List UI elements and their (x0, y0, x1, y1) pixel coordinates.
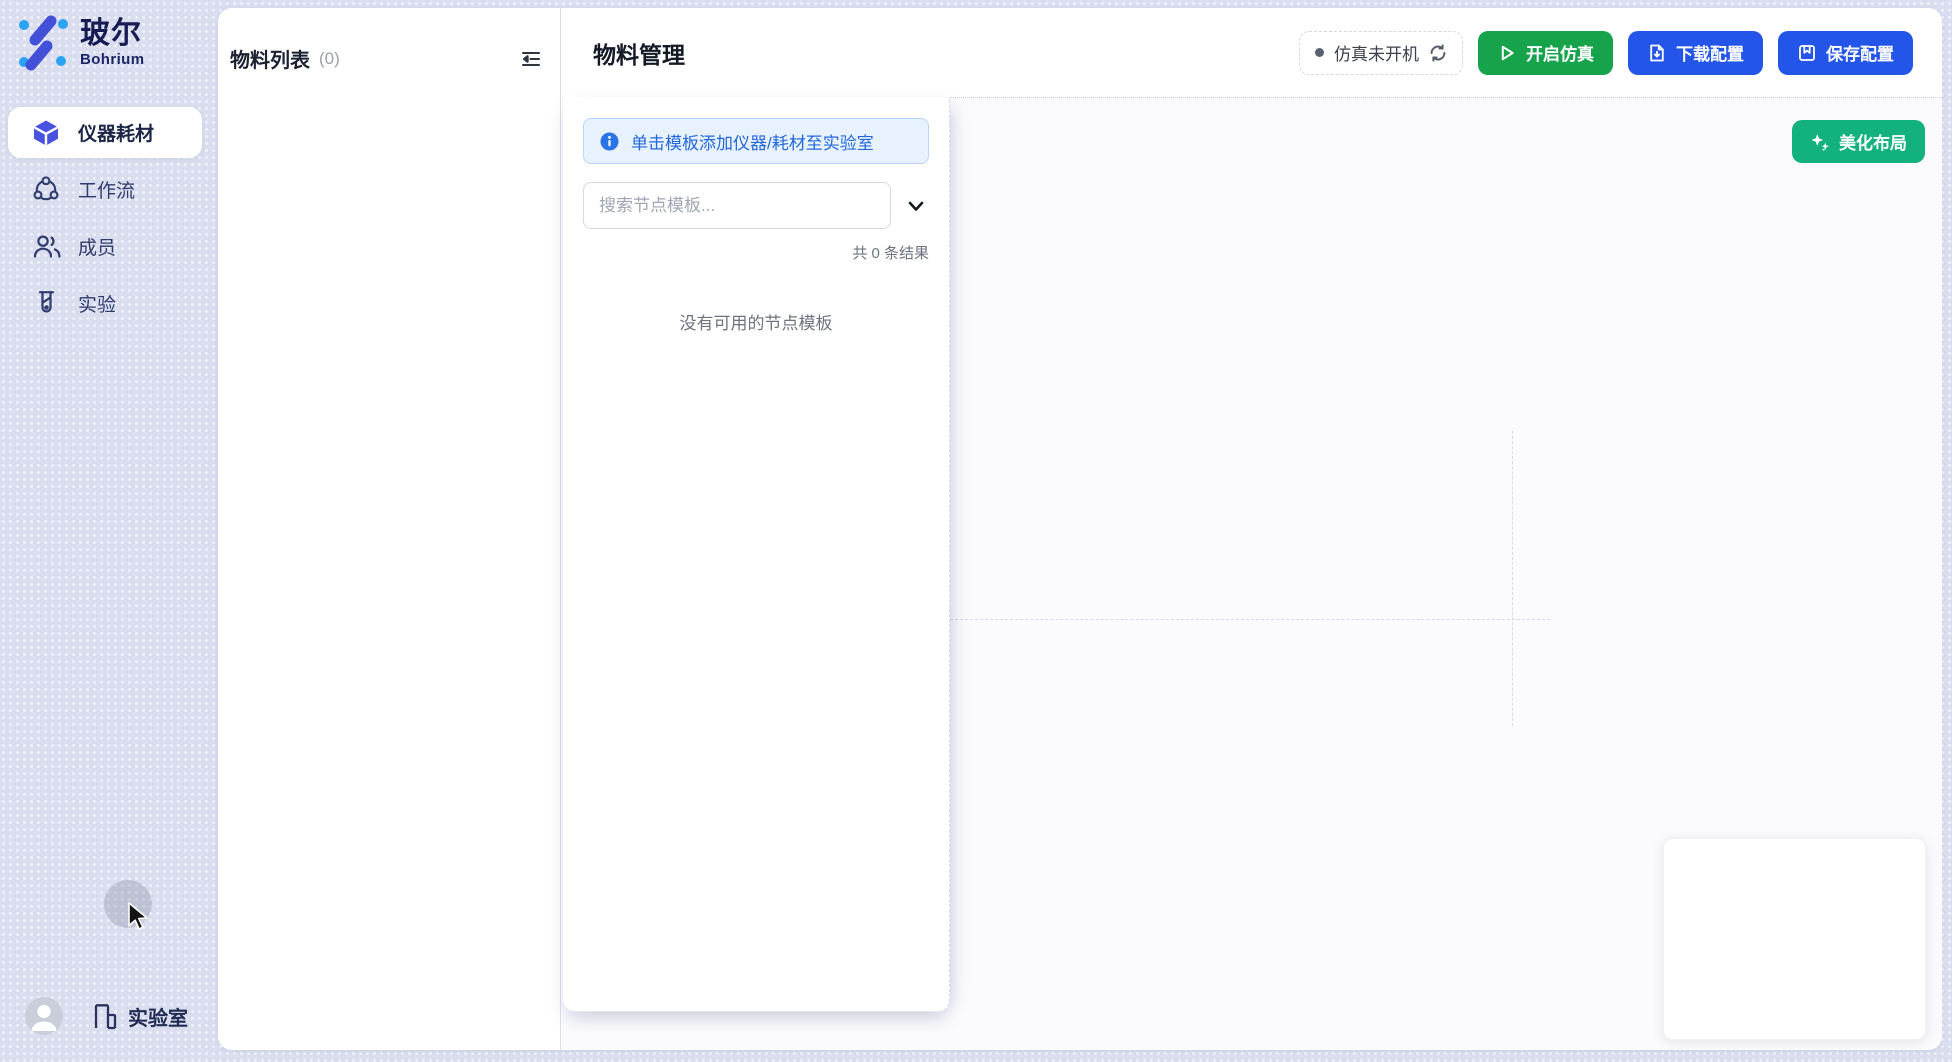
mouse-cursor-icon (127, 902, 151, 932)
play-icon (1497, 43, 1517, 63)
test-tube-icon (31, 289, 61, 318)
templates-info-banner: 单击模板添加仪器/耗材至实验室 (583, 118, 929, 164)
start-simulation-button[interactable]: 开启仿真 (1478, 31, 1613, 75)
sidebar-item-label: 成员 (78, 233, 116, 260)
refresh-icon[interactable] (1429, 44, 1447, 62)
templates-banner-text: 单击模板添加仪器/耗材至实验室 (631, 129, 874, 154)
beautify-layout-button[interactable]: 美化布局 (1792, 120, 1925, 163)
user-avatar[interactable] (25, 997, 63, 1035)
brand-name: 玻尔 (80, 17, 144, 51)
workflow-icon (31, 176, 61, 204)
lab-label: 实验室 (128, 1002, 188, 1031)
building-icon (89, 1001, 119, 1031)
save-config-label: 保存配置 (1826, 40, 1894, 65)
sidebar-item-instruments[interactable]: 仪器耗材 (8, 107, 202, 158)
main-content: 物料列表 (0) 物料管理 仿真未开机 (218, 8, 1942, 1050)
sidebar-nav: 仪器耗材 工作流 成员 (0, 107, 218, 335)
save-icon (1797, 43, 1817, 63)
collapse-panel-icon[interactable] (520, 48, 542, 70)
content-header: 物料管理 仿真未开机 开启仿真 (562, 8, 1942, 98)
brand-subtitle: Bohrium (80, 51, 144, 68)
sidebar-item-label: 实验 (78, 290, 116, 317)
sidebar-item-members[interactable]: 成员 (8, 221, 202, 272)
simulation-status-label: 仿真未开机 (1334, 40, 1419, 65)
templates-empty-message: 没有可用的节点模板 (563, 309, 949, 334)
save-config-button[interactable]: 保存配置 (1778, 31, 1913, 75)
members-icon (31, 233, 61, 260)
info-icon (600, 132, 619, 151)
page-title: 物料管理 (593, 36, 685, 70)
sidebar-item-label: 工作流 (78, 176, 135, 203)
bohrium-logo-icon (13, 15, 69, 71)
sidebar-item-workflow[interactable]: 工作流 (8, 164, 202, 215)
lab-link[interactable]: 实验室 (89, 1001, 188, 1031)
simulation-status-pill[interactable]: 仿真未开机 (1299, 31, 1463, 75)
materials-list-title: 物料列表 (230, 44, 310, 73)
canvas-guide-vertical (1512, 431, 1513, 726)
sidebar-footer: 实验室 (25, 997, 188, 1035)
brand-block[interactable]: 玻尔 Bohrium (13, 15, 144, 71)
start-simulation-label: 开启仿真 (1526, 40, 1594, 65)
sparkles-icon (1810, 132, 1830, 152)
canvas-guide-horizontal (950, 619, 1550, 620)
materials-list-count: (0) (319, 49, 340, 69)
chevron-down-icon[interactable] (904, 194, 928, 218)
download-file-icon (1647, 43, 1667, 63)
template-results-count: 共 0 条结果 (563, 242, 929, 263)
beautify-layout-label: 美化布局 (1839, 129, 1907, 154)
sidebar-item-label: 仪器耗材 (78, 119, 154, 146)
materials-list-panel: 物料列表 (0) (218, 8, 561, 1050)
download-config-button[interactable]: 下载配置 (1628, 31, 1763, 75)
cube-icon (31, 118, 61, 148)
download-config-label: 下载配置 (1676, 40, 1744, 65)
template-search-input[interactable] (583, 182, 891, 229)
status-dot (1315, 48, 1324, 57)
canvas-minimap[interactable] (1663, 838, 1926, 1040)
sidebar-item-experiments[interactable]: 实验 (8, 278, 202, 329)
node-templates-panel: 单击模板添加仪器/耗材至实验室 共 0 条结果 没有可用的节点模板 (563, 97, 950, 1012)
